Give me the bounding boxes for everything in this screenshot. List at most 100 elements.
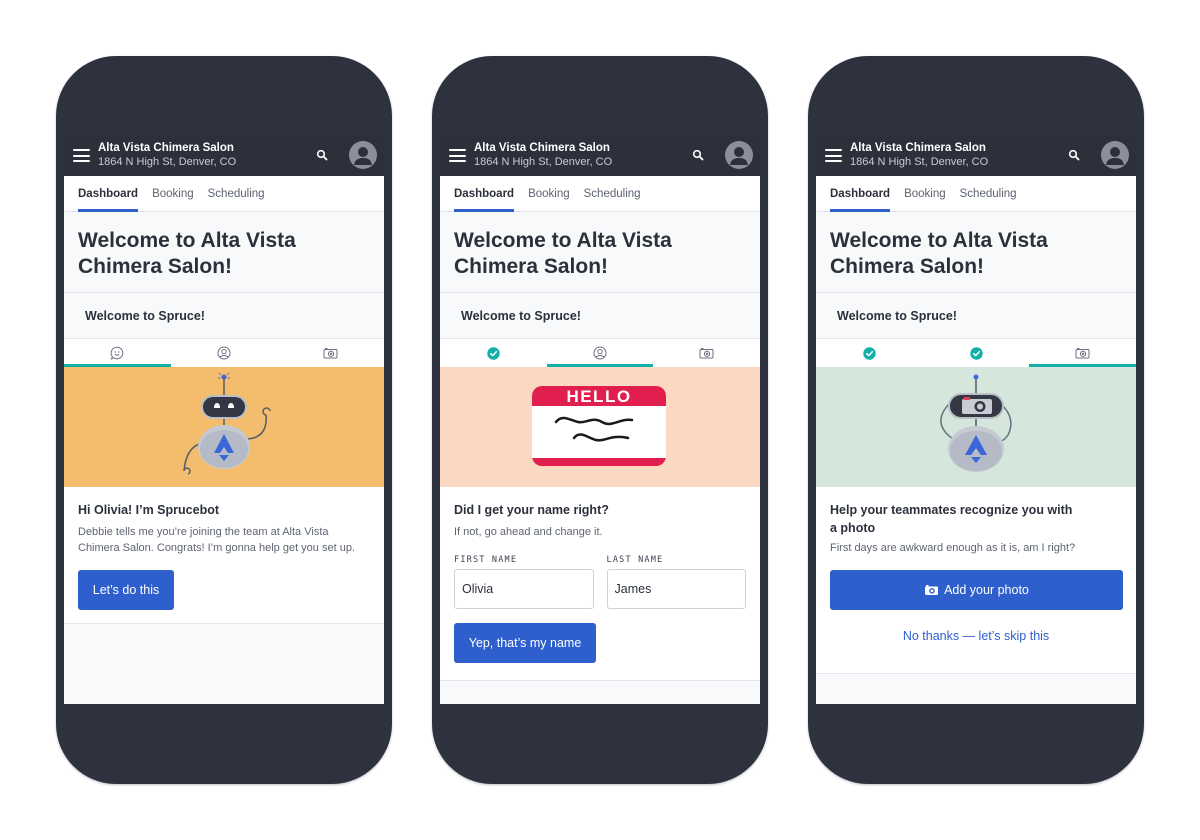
card-title: Hi Olivia! I’m Sprucebot [78,503,219,517]
name-fields: FIRST NAME LAST NAME [454,553,746,609]
confirm-name-button[interactable]: Yep, that’s my name [454,622,596,663]
tab-dashboard[interactable]: Dashboard [454,176,515,212]
step-profile[interactable] [546,339,654,367]
spruce-banner: Welcome to Spruce! [64,293,384,338]
app-bar: Alta Vista Chimera Salon 1864 N High St,… [64,135,384,176]
camera-icon [699,348,714,359]
business-name: Alta Vista Chimera Salon [98,142,234,154]
welcome-header: Welcome to Alta Vista Chimera Salon! [440,212,760,293]
spruce-banner: Welcome to Spruce! [816,293,1136,338]
page-title: Welcome to Alta Vista Chimera Salon! [454,229,672,278]
app-bar: Alta Vista Chimera Salon 1864 N High St,… [440,135,760,176]
camera-icon [1075,348,1090,359]
nav-tabs: Dashboard Booking Scheduling [64,176,384,212]
search-icon[interactable] [316,149,328,161]
user-avatar[interactable] [1101,141,1129,169]
chat-smile-icon [110,346,124,360]
step-chat[interactable] [816,339,923,367]
lets-do-this-button[interactable]: Let’s do this [78,570,174,610]
hamburger-menu-icon[interactable] [449,149,466,162]
add-photo-button[interactable]: Add your photo [830,569,1123,610]
tab-booking[interactable]: Booking [152,176,194,211]
tab-scheduling[interactable]: Scheduling [584,176,641,211]
business-name: Alta Vista Chimera Salon [850,142,986,154]
step-photo[interactable] [277,339,384,367]
step-chat[interactable] [64,339,171,367]
tab-booking[interactable]: Booking [528,176,570,211]
step-photo[interactable] [1029,339,1136,367]
hamburger-menu-icon[interactable] [73,149,90,162]
camera-icon [323,348,338,359]
welcome-header: Welcome to Alta Vista Chimera Salon! [64,212,384,293]
sprucebot-camera-illustration [816,367,1136,487]
first-name-input[interactable] [454,568,594,609]
avatar-person-icon [354,147,372,165]
sprucebot-waving-illustration [64,367,384,487]
phone-screen: Alta Vista Chimera Salon 1864 N High St,… [816,135,1136,704]
check-circle-icon [863,346,876,360]
card-title: Help your teammates recognize you with a… [830,503,1073,535]
phone-screen: Alta Vista Chimera Salon 1864 N High St,… [64,135,384,704]
hello-tag-text: HELLO [566,387,631,406]
onboarding-card: Help your teammates recognize you with a… [816,487,1136,674]
skip-photo-link[interactable]: No thanks — let’s skip this [830,629,1122,643]
business-address: 1864 N High St, Denver, CO [474,156,613,168]
avatar-person-icon [1106,147,1124,165]
check-circle-icon [487,346,500,360]
spruce-banner-text: Welcome to Spruce! [837,308,957,323]
business-name: Alta Vista Chimera Salon [474,142,610,154]
app-bar: Alta Vista Chimera Salon 1864 N High St,… [816,135,1136,176]
camera-icon [925,584,939,595]
hello-name-tag-illustration: HELLO [440,367,760,487]
card-title: Did I get your name right? [454,503,609,517]
spruce-banner: Welcome to Spruce! [440,293,760,338]
onboarding-steps [816,338,1136,367]
business-address: 1864 N High St, Denver, CO [850,156,989,168]
name-tag-icon: HELLO [532,386,666,466]
step-profile[interactable] [923,339,1030,367]
page-title: Welcome to Alta Vista Chimera Salon! [830,229,1048,278]
card-text: First days are awkward enough as it is, … [830,542,1076,554]
welcome-header: Welcome to Alta Vista Chimera Salon! [816,212,1136,293]
sprucebot-icon [183,372,271,475]
first-name-label: FIRST NAME [454,554,518,565]
business-address: 1864 N High St, Denver, CO [98,156,237,168]
last-name-label: LAST NAME [606,554,664,565]
user-circle-icon [217,346,231,360]
onboarding-card: Did I get your name right? If not, go ah… [440,487,760,681]
tab-scheduling[interactable]: Scheduling [208,176,265,211]
onboarding-steps [64,338,384,367]
last-name-field-group: LAST NAME [606,553,746,609]
user-avatar[interactable] [349,141,377,169]
spruce-banner-text: Welcome to Spruce! [461,308,581,323]
search-icon[interactable] [692,149,704,161]
user-avatar[interactable] [725,141,753,169]
nav-tabs: Dashboard Booking Scheduling [440,176,760,212]
card-text: If not, go ahead and change it. [454,526,603,538]
add-photo-label: Add your photo [944,582,1029,597]
card-text: Debbie tells me you’re joining the team … [78,526,355,554]
tab-booking[interactable]: Booking [904,176,946,211]
last-name-input[interactable] [606,568,746,609]
phone-frame-step-3: Alta Vista Chimera Salon 1864 N High St,… [808,56,1144,784]
spruce-banner-text: Welcome to Spruce! [85,308,205,323]
search-icon[interactable] [1068,149,1080,161]
tab-scheduling[interactable]: Scheduling [960,176,1017,211]
page-title: Welcome to Alta Vista Chimera Salon! [78,229,296,278]
business-info: Alta Vista Chimera Salon 1864 N High St,… [98,141,236,170]
nav-tabs: Dashboard Booking Scheduling [816,176,1136,212]
onboarding-card: Hi Olivia! I’m Sprucebot Debbie tells me… [64,487,384,624]
step-profile[interactable] [171,339,278,367]
sprucebot-camera-icon [940,374,1012,472]
tab-dashboard[interactable]: Dashboard [78,176,139,212]
onboarding-steps [440,338,760,367]
business-info: Alta Vista Chimera Salon 1864 N High St,… [474,141,612,170]
phone-frame-step-1: Alta Vista Chimera Salon 1864 N High St,… [56,56,392,784]
phone-frame-step-2: Alta Vista Chimera Salon 1864 N High St,… [432,56,768,784]
step-photo[interactable] [653,339,760,367]
tab-dashboard[interactable]: Dashboard [830,176,891,212]
step-chat[interactable] [440,339,547,367]
hamburger-menu-icon[interactable] [825,149,842,162]
user-circle-icon [593,346,607,360]
business-info: Alta Vista Chimera Salon 1864 N High St,… [850,141,988,170]
